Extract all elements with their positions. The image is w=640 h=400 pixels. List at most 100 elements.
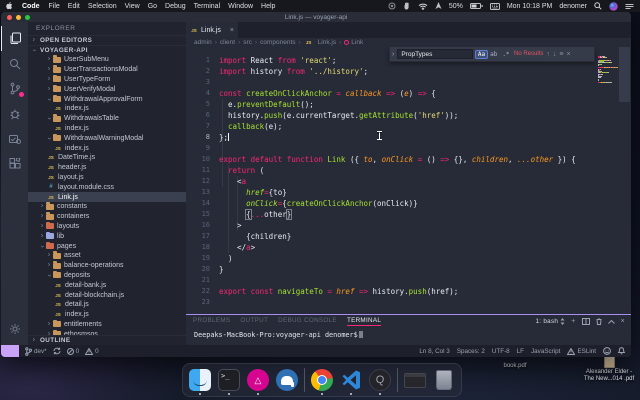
find-prev-button[interactable]: ↑ [546,51,550,58]
tree-folder[interactable]: ›layouts [28,222,186,232]
workspace-root-section[interactable]: › VOYAGER-API [28,45,186,55]
find-in-selection-button[interactable]: ≡ [559,51,563,58]
tree-file[interactable]: JSdetail-blockchain.js [28,290,186,300]
tree-folder[interactable]: ›WithdrawalWarningModal [28,133,186,143]
tree-file[interactable]: JSdetail.js [28,300,186,310]
status-branch[interactable]: dev* [25,347,47,356]
tree-folder[interactable]: ›balance-operations [28,261,186,271]
status-spaces-2[interactable]: Spaces: 2 [457,348,485,355]
breadcrumb-item-components[interactable]: components [260,39,295,46]
panel-tab-terminal[interactable]: TERMINAL [347,317,381,326]
menu-item-go[interactable]: Go [148,3,157,10]
tree-folder[interactable]: ›deposits [28,271,186,281]
tree-file[interactable]: JSdetail-bank.js [28,280,186,290]
source-control-icon[interactable] [1,76,28,101]
close-panel-button[interactable]: × [621,318,625,325]
tree-file[interactable]: JSDateTime.js [28,153,186,163]
menu-item-debug[interactable]: Debug [165,3,186,10]
search-icon[interactable] [594,2,602,10]
dock-item-minimized-window[interactable] [403,368,427,392]
menu-item-terminal[interactable]: Terminal [194,3,220,10]
status-warning[interactable]: 0 [85,348,99,355]
kill-terminal-button[interactable] [596,318,602,325]
tree-file[interactable]: JSindex.js [28,124,186,134]
find-toggle-aa[interactable]: Aa [476,51,486,58]
minimap[interactable] [596,47,618,314]
desktop-file[interactable]: Alexander Elder - The New...014 .pdf [580,355,638,383]
user-menu[interactable]: denomer [559,3,587,10]
window-titlebar[interactable]: Link.js — voyager-api [1,12,631,22]
find-input[interactable]: PropTypes [397,49,473,59]
dock-item-finder[interactable] [188,368,212,392]
siri-icon[interactable] [609,2,618,11]
desktop-file[interactable]: book.pdf [495,363,535,370]
status-eslint[interactable]: ESLint [567,348,596,355]
terminal-shell-select[interactable]: 1: bash [535,318,565,325]
dock-item-chrome[interactable] [310,368,334,392]
find-next-button[interactable]: ↓ [553,51,557,58]
status-smiley[interactable] [603,347,611,355]
settings-gear-icon[interactable] [1,316,28,341]
record-icon[interactable] [388,2,396,10]
tree-folder[interactable]: ›WithdrawalsTable [28,114,186,124]
tree-folder[interactable]: ›UserSubMenu [28,55,186,65]
tree-file[interactable]: JSheader.js [28,163,186,173]
hand-icon[interactable] [403,2,411,10]
menu-item-selection[interactable]: Selection [88,3,117,10]
menu-item-window[interactable]: Window [228,3,253,10]
dock-item-graphql[interactable]: △ [246,368,270,392]
close-tab-icon[interactable]: × [230,27,234,34]
breadcrumb-item-client[interactable]: client [220,39,235,46]
tree-file[interactable]: JSLink.js [28,192,186,202]
location-icon[interactable] [435,2,442,10]
tree-folder[interactable]: ›UserVerifyModal [28,84,186,94]
panel-tab-debug-console[interactable]: DEBUG CONSOLE [278,317,337,326]
tab-link-js[interactable]: JS Link.js × [186,22,238,38]
status-javascript[interactable]: JavaScript [531,348,560,355]
dock-item-quicktime[interactable]: Q [368,368,392,392]
dock-item-postgres[interactable] [275,368,299,392]
menu-item-code[interactable]: Code [22,3,40,10]
panel-tab-output[interactable]: OUTPUT [240,317,268,326]
split-terminal-button[interactable] [582,318,590,325]
dock-item-terminal[interactable]: >_ [217,368,241,392]
tree-file[interactable]: #layout.module.css [28,182,186,192]
find-expand-chevron-icon[interactable]: › [392,51,394,58]
breadcrumb-item-admin[interactable]: admin [194,39,212,46]
status-utf-8[interactable]: UTF-8 [492,348,510,355]
tree-folder[interactable]: ›WithdrawalApprovalForm [28,94,186,104]
status-lf[interactable]: LF [517,348,524,355]
explorer-icon[interactable] [1,26,28,51]
find-close-button[interactable]: × [566,51,570,58]
status-bell[interactable] [618,347,625,355]
extensions-icon[interactable] [1,151,28,176]
clock[interactable]: Mon 10:18 PM [507,3,553,10]
battery-icon[interactable] [470,3,483,9]
menu-item-edit[interactable]: Edit [68,3,80,10]
tree-folder[interactable]: ›containers [28,212,186,222]
tree-folder[interactable]: ›pages [28,241,186,251]
panel-tab-problems[interactable]: PROBLEMS [193,317,230,326]
debug-icon[interactable] [1,101,28,126]
find-toggle-ab[interactable]: ab [489,51,499,58]
dock-item-trash[interactable] [432,368,456,392]
remote-indicator[interactable] [1,345,19,357]
tree-file[interactable]: JSindex.js [28,143,186,153]
find-toggle-dot*[interactable]: .* [501,51,511,58]
keyboard-icon[interactable] [490,3,500,10]
status-ln-8-col-3[interactable]: Ln 8, Col 3 [419,348,449,355]
search-icon[interactable] [1,51,28,76]
open-editors-section[interactable]: › OPEN EDITORS [28,35,186,45]
menu-item-help[interactable]: Help [261,3,275,10]
new-terminal-button[interactable]: + [571,318,575,325]
tree-folder[interactable]: ›UserTypeForm [28,75,186,85]
status-sync[interactable] [53,347,61,355]
menu-item-file[interactable]: File [49,3,60,10]
tree-file[interactable]: JSindex.js [28,104,186,114]
tree-folder[interactable]: ›asset [28,251,186,261]
status-error[interactable]: 0 [67,348,80,355]
tree-file[interactable]: JSlayout.js [28,173,186,183]
wifi-icon[interactable] [418,3,428,10]
maximize-panel-button[interactable] [608,320,615,324]
tree-folder[interactable]: ›lib [28,231,186,241]
